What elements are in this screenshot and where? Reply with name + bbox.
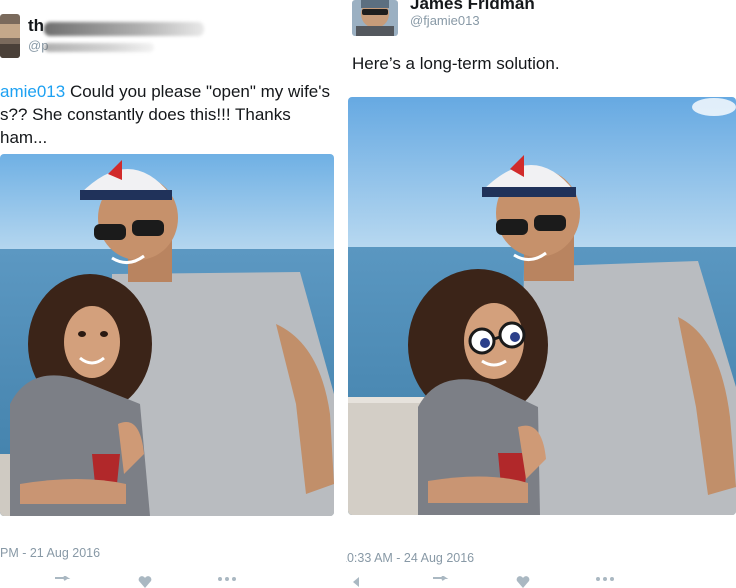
author-handle[interactable]: @fjamie013	[410, 13, 480, 28]
beach-couple-photo	[0, 154, 334, 516]
tweet-photo[interactable]	[348, 97, 736, 515]
tweet-text: Here’s a long-term solution.	[352, 54, 560, 73]
like-icon[interactable]	[512, 576, 534, 588]
tweet-actions	[348, 576, 676, 588]
original-tweet: th @p amie013 Could you please "open" my…	[0, 0, 346, 588]
more-icon[interactable]	[594, 576, 616, 588]
tweet-timestamp[interactable]: PM - 21 Aug 2016	[0, 546, 100, 560]
tweet-photo[interactable]	[0, 154, 334, 516]
reply-icon[interactable]	[348, 576, 370, 588]
beach-couple-edited-photo	[348, 97, 736, 515]
author-name[interactable]: th	[28, 16, 44, 36]
more-icon[interactable]	[216, 576, 238, 588]
redacted-handle	[44, 43, 154, 52]
reply-tweet: James Fridman @fjamie013 Here’s a long-t…	[346, 0, 736, 588]
retweet-icon[interactable]	[52, 576, 74, 588]
tweet-text: amie013 Could you please "open" my wife'…	[0, 82, 331, 147]
tweet-timestamp[interactable]: 10:33 AM - 24 Aug 2016	[346, 551, 474, 565]
like-icon[interactable]	[134, 576, 156, 588]
retweet-icon[interactable]	[430, 576, 452, 588]
author-avatar[interactable]	[352, 0, 398, 36]
redacted-name	[44, 22, 204, 36]
tweet-actions	[52, 576, 298, 588]
author-name[interactable]: James Fridman	[410, 0, 535, 14]
author-avatar[interactable]	[0, 14, 20, 58]
mention-link[interactable]: amie013	[0, 82, 65, 101]
